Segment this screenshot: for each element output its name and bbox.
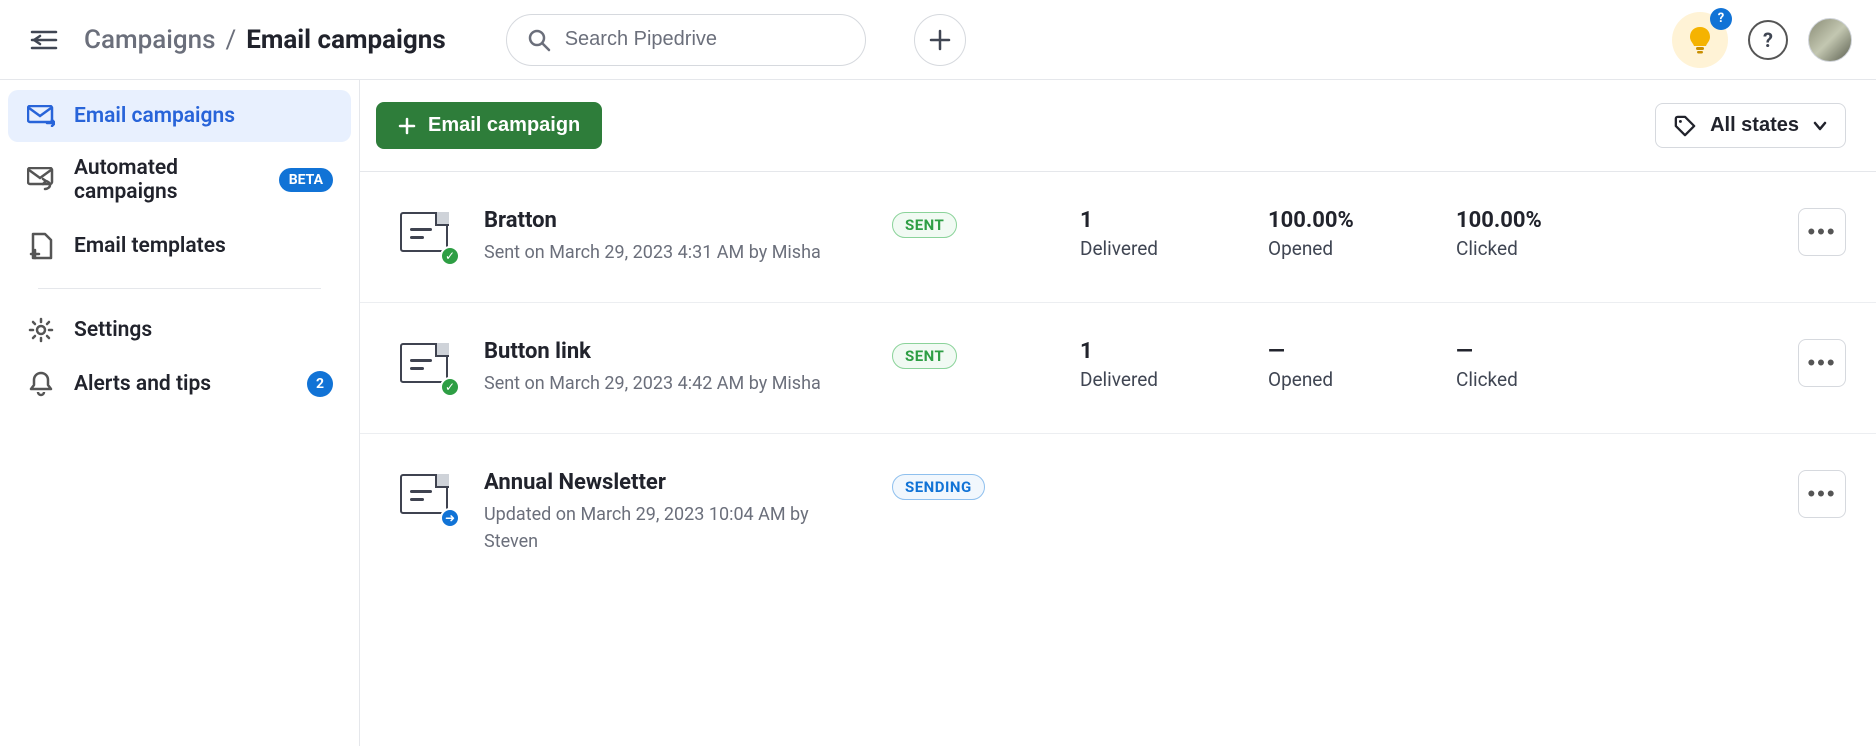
sidebar-item-label: Email templates (74, 234, 226, 258)
plus-icon (398, 117, 416, 135)
search-input[interactable] (565, 28, 845, 51)
campaign-title: Annual Newsletter (484, 470, 864, 495)
sidebar: Email campaigns Automated campaigns BETA… (0, 80, 360, 746)
tips-button[interactable]: ? (1672, 12, 1728, 68)
stat-delivered: 1 Delivered (1080, 339, 1240, 391)
campaign-subtitle: Updated on March 29, 2023 10:04 AM by St… (484, 501, 864, 555)
stat-value: 1 (1080, 339, 1240, 364)
stat-value: — (1268, 339, 1428, 364)
sidebar-item-label: Automated campaigns (74, 156, 234, 204)
main: Email campaign All states ✓ (360, 80, 1876, 746)
email-auto-icon (26, 167, 56, 193)
breadcrumb-separator: / (226, 25, 237, 55)
more-horizontal-icon: ••• (1807, 481, 1836, 507)
new-email-campaign-button[interactable]: Email campaign (376, 102, 602, 149)
stat-value: 100.00% (1268, 208, 1428, 233)
plus-icon (929, 29, 951, 51)
stat-value: 1 (1080, 208, 1240, 233)
sidebar-item-label: Alerts and tips (74, 372, 211, 396)
sidebar-item-automated-campaigns[interactable]: Automated campaigns BETA (8, 142, 351, 218)
breadcrumb-root[interactable]: Campaigns (84, 25, 216, 55)
sidebar-item-alerts[interactable]: Alerts and tips 2 (8, 357, 351, 411)
more-horizontal-icon: ••• (1807, 219, 1836, 245)
stat-value: — (1456, 339, 1616, 364)
campaign-list: ✓ Bratton Sent on March 29, 2023 4:31 AM… (360, 172, 1876, 746)
campaign-status: SENT (892, 339, 1052, 369)
template-icon (26, 232, 56, 260)
campaign-row[interactable]: ✓ Bratton Sent on March 29, 2023 4:31 AM… (360, 172, 1876, 303)
campaign-info: Annual Newsletter Updated on March 29, 2… (484, 470, 864, 555)
breadcrumb-leaf: Email campaigns (246, 25, 445, 55)
status-indicator-sent-icon: ✓ (440, 246, 460, 266)
topbar: Campaigns / Email campaigns ? ? (0, 0, 1876, 80)
search-field[interactable] (506, 14, 866, 66)
menu-toggle-button[interactable] (24, 20, 64, 60)
status-pill: SENT (892, 212, 957, 238)
status-pill: SENT (892, 343, 957, 369)
campaign-thumbnail-icon: ➜ (400, 474, 456, 522)
stat-delivered: 1 Delivered (1080, 208, 1240, 260)
status-pill: SENDING (892, 474, 985, 500)
row-actions-button[interactable]: ••• (1798, 470, 1846, 518)
status-indicator-sending-icon: ➜ (440, 508, 460, 528)
chevron-down-icon (1813, 121, 1827, 131)
layout: Email campaigns Automated campaigns BETA… (0, 80, 1876, 746)
tips-badge: ? (1710, 8, 1732, 30)
campaign-subtitle: Sent on March 29, 2023 4:31 AM by Misha (484, 239, 864, 266)
state-filter-button[interactable]: All states (1655, 103, 1846, 148)
stat-opened: 100.00% Opened (1268, 208, 1428, 260)
sidebar-divider (38, 288, 321, 289)
campaign-info: Bratton Sent on March 29, 2023 4:31 AM b… (484, 208, 864, 266)
sidebar-item-email-templates[interactable]: Email templates (8, 218, 351, 274)
breadcrumb: Campaigns / Email campaigns (84, 25, 446, 55)
toolbar: Email campaign All states (360, 80, 1876, 172)
row-actions-button[interactable]: ••• (1798, 208, 1846, 256)
question-mark-icon: ? (1763, 28, 1773, 52)
sidebar-item-settings[interactable]: Settings (8, 303, 351, 357)
row-actions-button[interactable]: ••• (1798, 339, 1846, 387)
topbar-right: ? ? (1672, 12, 1852, 68)
stat-opened: — Opened (1268, 339, 1428, 391)
email-send-icon (26, 105, 56, 127)
bell-icon (26, 371, 56, 397)
stat-label: Delivered (1080, 237, 1240, 260)
campaign-row[interactable]: ✓ Button link Sent on March 29, 2023 4:4… (360, 303, 1876, 434)
filter-label: All states (1710, 114, 1799, 137)
menu-collapse-icon (30, 28, 58, 52)
campaign-thumbnail-icon: ✓ (400, 343, 456, 391)
campaign-thumbnail-icon: ✓ (400, 212, 456, 260)
lightbulb-icon (1687, 25, 1713, 55)
help-button[interactable]: ? (1748, 20, 1788, 60)
sidebar-item-label: Email campaigns (74, 104, 235, 128)
stat-clicked: — Clicked (1456, 339, 1616, 391)
user-avatar[interactable] (1808, 18, 1852, 62)
campaign-subtitle: Sent on March 29, 2023 4:42 AM by Misha (484, 370, 864, 397)
stat-label: Clicked (1456, 237, 1616, 260)
stat-value: 100.00% (1456, 208, 1616, 233)
campaign-info: Button link Sent on March 29, 2023 4:42 … (484, 339, 864, 397)
stat-clicked: 100.00% Clicked (1456, 208, 1616, 260)
stat-label: Clicked (1456, 368, 1616, 391)
campaign-title: Bratton (484, 208, 864, 233)
campaign-row[interactable]: ➜ Annual Newsletter Updated on March 29,… (360, 434, 1876, 591)
beta-badge: BETA (279, 168, 333, 192)
stat-label: Opened (1268, 237, 1428, 260)
campaign-status: SENDING (892, 470, 1052, 500)
stat-label: Opened (1268, 368, 1428, 391)
add-button[interactable] (914, 14, 966, 66)
tag-icon (1674, 115, 1696, 137)
more-horizontal-icon: ••• (1807, 350, 1836, 376)
alerts-count-badge: 2 (307, 371, 333, 397)
sidebar-item-email-campaigns[interactable]: Email campaigns (8, 90, 351, 142)
gear-icon (26, 317, 56, 343)
campaign-title: Button link (484, 339, 864, 364)
button-label: Email campaign (428, 114, 580, 137)
search-icon (527, 28, 551, 52)
campaign-status: SENT (892, 208, 1052, 238)
stat-label: Delivered (1080, 368, 1240, 391)
sidebar-item-label: Settings (74, 318, 152, 342)
status-indicator-sent-icon: ✓ (440, 377, 460, 397)
